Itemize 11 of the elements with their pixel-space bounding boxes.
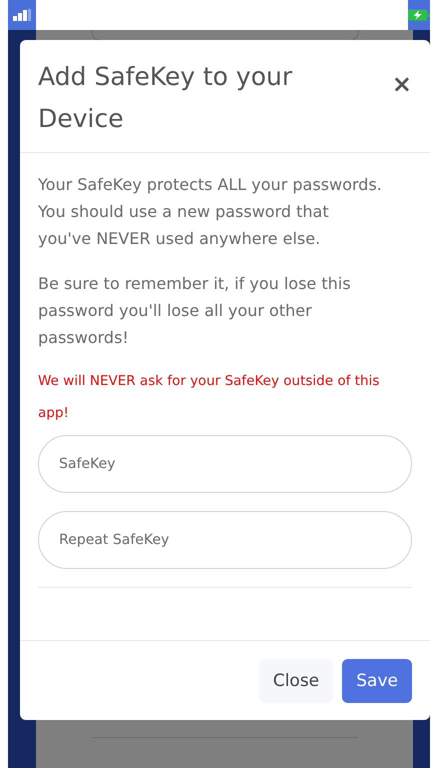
signal-icon [13,9,31,21]
warning-text: We will NEVER ask for your SafeKey outside of this app! [38,372,380,423]
save-button[interactable]: Save [342,658,412,702]
body-text: Be sure to remember it, if you lose this password you'll lose all your other passwords! [38,273,352,349]
password-field[interactable]: SafeKey [38,435,412,493]
close-button[interactable]: × [392,70,412,98]
password-field[interactable]: Repeat SafeKey [38,511,412,569]
dialog-title: Add SafeKey to your Device [38,61,294,135]
close-button[interactable]: Close [258,658,334,702]
battery-icon [408,9,430,21]
body-text: Your SafeKey protects ALL your passwords. You should use a new password that you've NEVER used anywhere else. [38,174,383,250]
